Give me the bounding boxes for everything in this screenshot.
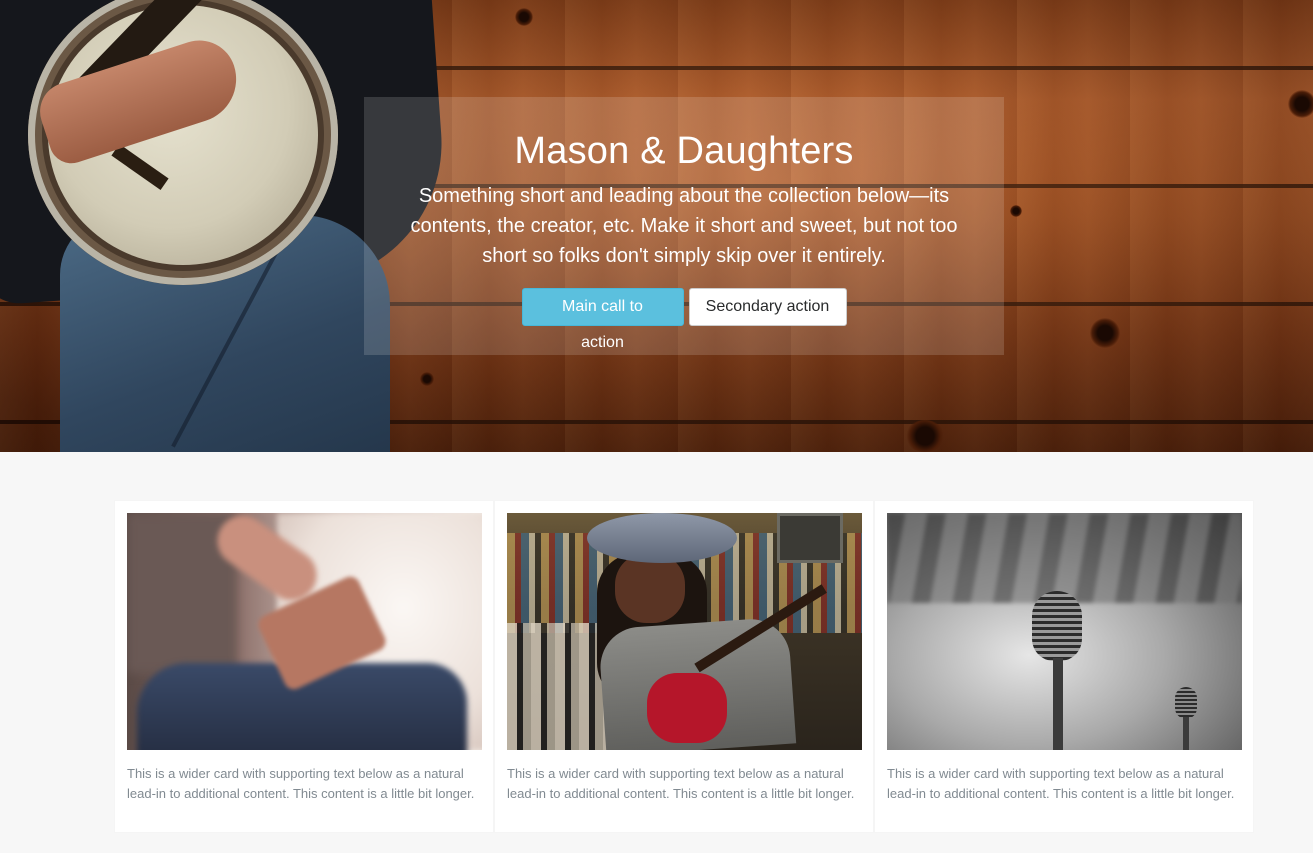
card-text: This is a wider card with supporting tex…: [887, 766, 1235, 801]
hero-button-group: Main call to action Secondary action: [364, 288, 1004, 351]
card-image-guitarist: [127, 513, 482, 750]
hero-lead-text: Something short and leading about the co…: [410, 185, 958, 267]
hero-overlay-panel: Mason & Daughters Something short and le…: [364, 97, 1004, 355]
main-call-to-action-button[interactable]: Main call to action: [521, 288, 684, 351]
card-group: This is a wider card with supporting tex…: [114, 500, 1254, 833]
card-image-microphone: [887, 513, 1242, 750]
card-text: This is a wider card with supporting tex…: [127, 766, 475, 801]
hero-title: Mason & Daughters: [514, 130, 854, 172]
hero-jumbotron: Mason & Daughters Something short and le…: [0, 0, 1313, 452]
secondary-action-button[interactable]: Secondary action: [688, 288, 847, 326]
card-image-record-store: [507, 513, 862, 750]
card-text: This is a wider card with supporting tex…: [507, 766, 855, 801]
card-record-store: This is a wider card with supporting tex…: [494, 500, 874, 833]
card-guitarist: This is a wider card with supporting tex…: [114, 500, 494, 833]
card-microphone: This is a wider card with supporting tex…: [874, 500, 1254, 833]
